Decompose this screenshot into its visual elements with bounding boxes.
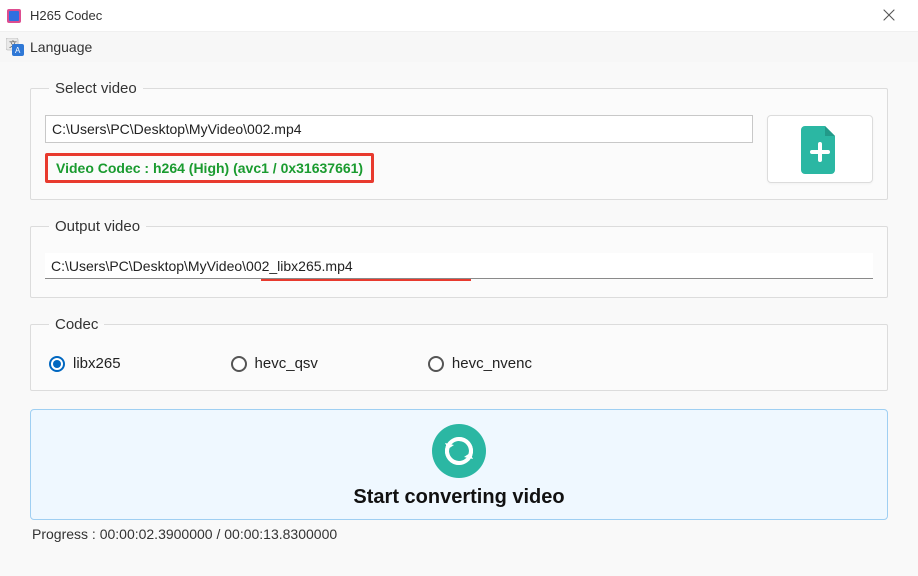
add-file-button[interactable] [767, 115, 873, 183]
translate-icon: 文 A [6, 38, 24, 56]
codec-option-label: libx265 [73, 355, 121, 372]
select-video-group: Select video Video Codec : h264 (High) (… [30, 80, 888, 200]
app-icon [6, 8, 22, 24]
content-area: Select video Video Codec : h264 (High) (… [0, 62, 918, 576]
codec-option-label: hevc_nvenc [452, 355, 532, 372]
file-plus-icon [799, 124, 841, 174]
select-video-legend: Select video [49, 80, 143, 97]
menubar: 文 A Language [0, 32, 918, 62]
codec-option-hevc-qsv[interactable]: hevc_qsv [231, 355, 318, 372]
codec-info-label: Video Codec : h264 (High) (avc1 / 0x3163… [56, 160, 363, 176]
radio-icon [49, 356, 65, 372]
window-titlebar: H265 Codec [0, 0, 918, 32]
select-video-input[interactable] [45, 115, 753, 143]
codec-option-label: hevc_qsv [255, 355, 318, 372]
radio-icon [428, 356, 444, 372]
codec-group: Codec libx265 hevc_qsv hevc_nvenc [30, 316, 888, 391]
progress-text: Progress : 00:00:02.3900000 / 00:00:13.8… [30, 526, 888, 542]
svg-text:A: A [15, 46, 21, 55]
start-convert-label: Start converting video [41, 486, 877, 509]
refresh-circle-icon [432, 424, 486, 478]
close-button[interactable] [866, 0, 912, 32]
output-video-legend: Output video [49, 218, 146, 235]
radio-icon [231, 356, 247, 372]
window-title: H265 Codec [30, 8, 866, 23]
start-convert-button[interactable]: Start converting video [30, 409, 888, 520]
codec-option-hevc-nvenc[interactable]: hevc_nvenc [428, 355, 532, 372]
codec-legend: Codec [49, 316, 104, 333]
language-menu[interactable]: Language [30, 39, 92, 55]
output-video-input[interactable] [45, 253, 873, 279]
codec-info-highlight: Video Codec : h264 (High) (avc1 / 0x3163… [45, 153, 374, 183]
codec-option-libx265[interactable]: libx265 [49, 355, 121, 372]
output-video-group: Output video [30, 218, 888, 298]
close-icon [883, 8, 895, 24]
